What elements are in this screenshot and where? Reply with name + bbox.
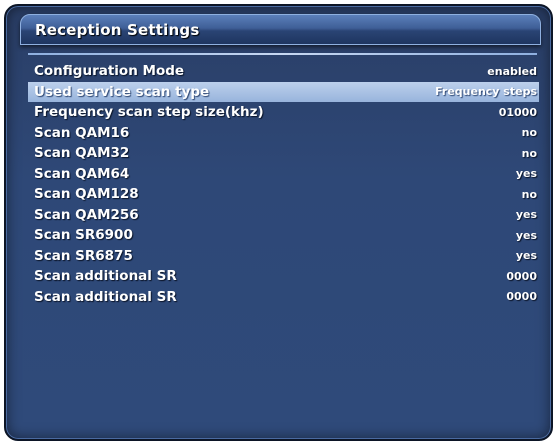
setting-label: Scan QAM128: [34, 186, 139, 203]
setting-scan-qam256[interactable]: Scan QAM256 yes: [28, 205, 539, 226]
setting-value: yes: [515, 249, 537, 263]
setting-value: 0000: [506, 269, 537, 283]
setting-label: Used service scan type: [34, 83, 210, 100]
setting-label: Scan QAM64: [34, 165, 130, 182]
reception-settings-window: Reception Settings Configuration Mode en…: [4, 4, 553, 441]
setting-label: Scan QAM256: [34, 206, 139, 223]
setting-label: Scan SR6900: [34, 227, 133, 244]
setting-value: no: [521, 187, 537, 201]
setting-scan-additional-sr-2[interactable]: Scan additional SR 0000: [28, 287, 539, 308]
setting-label: Scan SR6875: [34, 247, 133, 264]
setting-used-service-scan-type[interactable]: Used service scan type Frequency steps: [28, 81, 539, 102]
setting-label: Scan QAM32: [34, 145, 130, 162]
setting-scan-qam16[interactable]: Scan QAM16 no: [28, 123, 539, 144]
setting-scan-qam128[interactable]: Scan QAM128 no: [28, 184, 539, 205]
setting-scan-sr6875[interactable]: Scan SR6875 yes: [28, 246, 539, 267]
setting-scan-sr6900[interactable]: Scan SR6900 yes: [28, 225, 539, 246]
setting-label: Configuration Mode: [34, 63, 185, 80]
setting-value: yes: [515, 167, 537, 181]
setting-value: no: [521, 146, 537, 160]
setting-label: Scan additional SR: [34, 268, 177, 285]
setting-value: enabled: [487, 64, 537, 78]
setting-configuration-mode[interactable]: Configuration Mode enabled: [28, 61, 539, 82]
setting-scan-additional-sr-1[interactable]: Scan additional SR 0000: [28, 266, 539, 287]
setting-value: Frequency steps: [435, 85, 537, 99]
setting-scan-qam64[interactable]: Scan QAM64 yes: [28, 164, 539, 185]
setting-label: Frequency scan step size(khz): [34, 104, 264, 121]
window-title: Reception Settings: [35, 21, 200, 39]
setting-scan-qam32[interactable]: Scan QAM32 no: [28, 143, 539, 164]
setting-label: Scan QAM16: [34, 124, 130, 141]
setting-value: yes: [515, 208, 537, 222]
setting-label: Scan additional SR: [34, 288, 177, 305]
setting-value: no: [521, 126, 537, 140]
setting-frequency-scan-step-size[interactable]: Frequency scan step size(khz) 01000: [28, 102, 539, 123]
title-divider: [28, 53, 537, 55]
setting-value: yes: [515, 228, 537, 242]
setting-value: 01000: [498, 105, 537, 119]
window-title-bar: Reception Settings: [20, 14, 541, 45]
settings-list: Configuration Mode enabled Used service …: [28, 61, 539, 307]
setting-value: 0000: [506, 290, 537, 304]
